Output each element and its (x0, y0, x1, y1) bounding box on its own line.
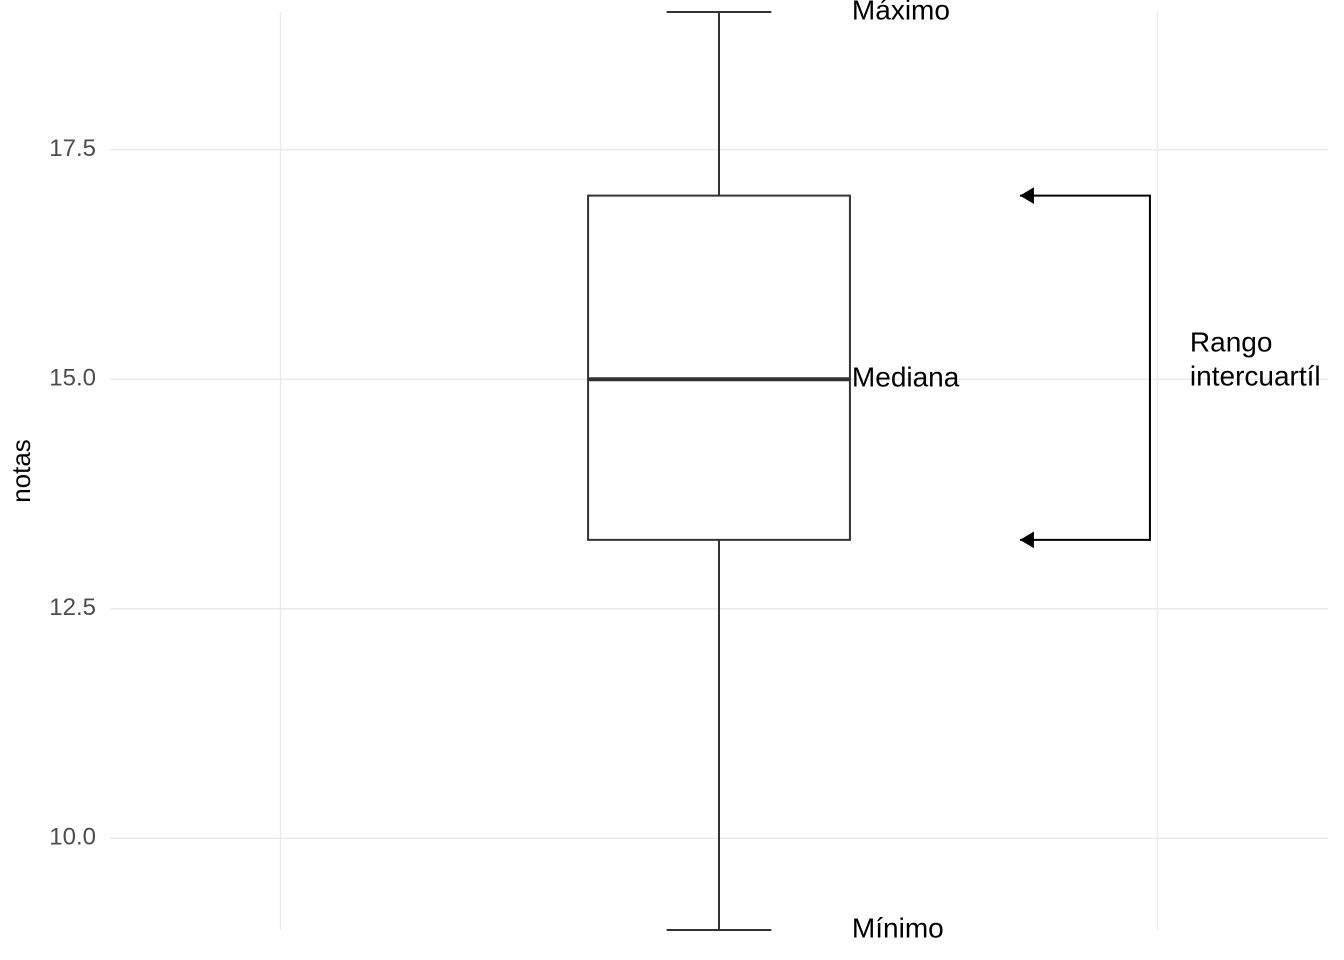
min-label: Mínimo (852, 912, 944, 943)
median-label: Mediana (852, 362, 960, 393)
max-label: Máximo (852, 0, 950, 25)
arrowhead-icon (1020, 187, 1034, 204)
y-tick-label: 12.5 (49, 594, 96, 621)
y-tick-label: 17.5 (49, 135, 96, 162)
y-tick-label: 10.0 (49, 824, 96, 851)
arrowhead-icon (1020, 531, 1034, 548)
boxplot-chart: 10.0 12.5 15.0 17.5 notas Máximo Mediana Mínimo… (0, 0, 1344, 960)
y-axis-title: notas (6, 439, 36, 503)
box (588, 196, 850, 540)
iqr-label-line1: Rango (1190, 327, 1273, 358)
y-tick-label: 15.0 (49, 365, 96, 392)
iqr-bracket (1020, 196, 1150, 540)
iqr-label-line2: intercuartíl (1190, 361, 1321, 392)
